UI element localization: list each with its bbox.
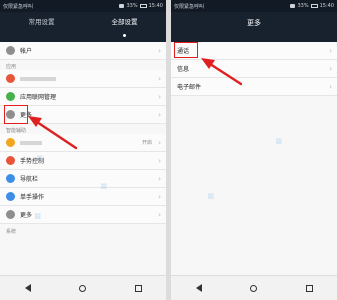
navbar-icon: [6, 174, 15, 183]
status-bar: 仅限紧急呼叫 33% 15:40: [0, 0, 166, 12]
app-icon: [6, 74, 15, 83]
chevron-right-icon: ›: [158, 156, 161, 165]
settings-row-gesture[interactable]: 手势控制 ›: [0, 152, 166, 170]
time-text: 15:40: [319, 3, 334, 9]
smart-assist-icon: [6, 138, 15, 147]
blurred-label: [20, 77, 56, 81]
row-label: 信息: [177, 66, 190, 73]
chevron-right-icon: ›: [329, 64, 332, 73]
highlight-box: [174, 42, 198, 58]
carrier-text: 仅限紧急呼叫: [174, 3, 205, 10]
recents-icon: [305, 284, 313, 292]
watermark-mark: ≡: [34, 212, 42, 222]
row-label: 更多: [20, 212, 33, 219]
time-text: 15:40: [148, 3, 163, 9]
settings-list: 帐户 › 应用 › 应用联网管理 › 更多 › 智能辅助 开启 › 手势控制 ›…: [0, 42, 166, 276]
page-title: 更多: [247, 19, 261, 27]
status-bar: 仅限紧急呼叫 33% 15:40: [171, 0, 337, 12]
home-icon: [250, 284, 258, 292]
back-icon: [195, 284, 202, 292]
tab-common-settings[interactable]: 常用设置: [0, 12, 83, 42]
android-nav-bar: [0, 275, 166, 300]
signal-icon: [290, 4, 296, 8]
chevron-right-icon: ›: [158, 46, 161, 55]
more-header: 更多: [171, 12, 337, 42]
chevron-right-icon: ›: [329, 82, 332, 91]
recents-button[interactable]: [303, 282, 315, 294]
network-icon: [6, 92, 15, 101]
settings-row-email[interactable]: 电子邮件 ›: [171, 78, 337, 96]
recents-icon: [134, 284, 142, 292]
section-header-smart: 智能辅助: [6, 128, 27, 134]
signal-icon: [119, 4, 125, 8]
highlight-box: [4, 105, 28, 124]
back-button[interactable]: [193, 282, 205, 294]
battery-icon: [310, 4, 318, 8]
watermark-mark: ≡: [275, 137, 283, 147]
more-icon: [6, 210, 15, 219]
settings-header: 常用设置 全部设置: [0, 12, 166, 42]
android-nav-bar: [171, 275, 337, 300]
account-icon: [6, 46, 15, 55]
recents-button[interactable]: [132, 282, 144, 294]
settings-row-blurred[interactable]: ›: [0, 70, 166, 88]
tab-all-settings[interactable]: 全部设置: [83, 12, 166, 42]
chevron-right-icon: ›: [158, 74, 161, 83]
settings-row-account[interactable]: 帐户 ›: [0, 42, 166, 60]
left-screenshot: 仅限紧急呼叫 33% 15:40 常用设置 全部设置 帐户 › 应用 › 应用联…: [0, 0, 166, 300]
right-screenshot: 仅限紧急呼叫 33% 15:40 更多 通话 › 信息 › 电子邮件 › ≡ ≡: [171, 0, 337, 300]
carrier-text: 仅限紧急呼叫: [3, 3, 34, 10]
row-label: 导航栏: [20, 176, 39, 183]
row-value: 开启: [141, 140, 152, 146]
row-label: 应用联网管理: [20, 94, 57, 101]
battery-percent: 33%: [126, 3, 138, 9]
chevron-right-icon: ›: [158, 110, 161, 119]
watermark-mark: ≡: [207, 192, 215, 202]
row-label: 帐户: [20, 48, 33, 55]
one-hand-icon: [6, 192, 15, 201]
section-header-apps: 应用: [6, 64, 17, 70]
row-label: 单手操作: [20, 194, 45, 201]
settings-row-messages[interactable]: 信息 ›: [171, 60, 337, 78]
section-header-system: 系统: [6, 229, 17, 235]
chevron-right-icon: ›: [158, 192, 161, 201]
home-icon: [79, 284, 87, 292]
back-button[interactable]: [22, 282, 34, 294]
more-list: 通话 › 信息 › 电子邮件 › ≡ ≡: [171, 42, 337, 276]
home-button[interactable]: [248, 282, 260, 294]
home-button[interactable]: [77, 282, 89, 294]
battery-icon: [139, 4, 147, 8]
chevron-right-icon: ›: [158, 174, 161, 183]
row-label: 电子邮件: [177, 84, 202, 91]
battery-percent: 33%: [297, 3, 309, 9]
chevron-right-icon: ›: [158, 138, 161, 147]
settings-row-more-2[interactable]: 更多 ›: [0, 206, 166, 224]
settings-row-app-network[interactable]: 应用联网管理 ›: [0, 88, 166, 106]
chevron-right-icon: ›: [158, 92, 161, 101]
settings-row-navbar[interactable]: 导航栏 ›: [0, 170, 166, 188]
watermark-mark: ≡: [36, 154, 44, 164]
gesture-icon: [6, 156, 15, 165]
watermark-mark: ≡: [100, 182, 108, 192]
blurred-label: [20, 141, 42, 145]
chevron-right-icon: ›: [329, 46, 332, 55]
settings-row-smart-assist[interactable]: 开启 ›: [0, 134, 166, 152]
back-icon: [24, 284, 31, 292]
settings-row-one-hand[interactable]: 单手操作 ›: [0, 188, 166, 206]
chevron-right-icon: ›: [158, 210, 161, 219]
